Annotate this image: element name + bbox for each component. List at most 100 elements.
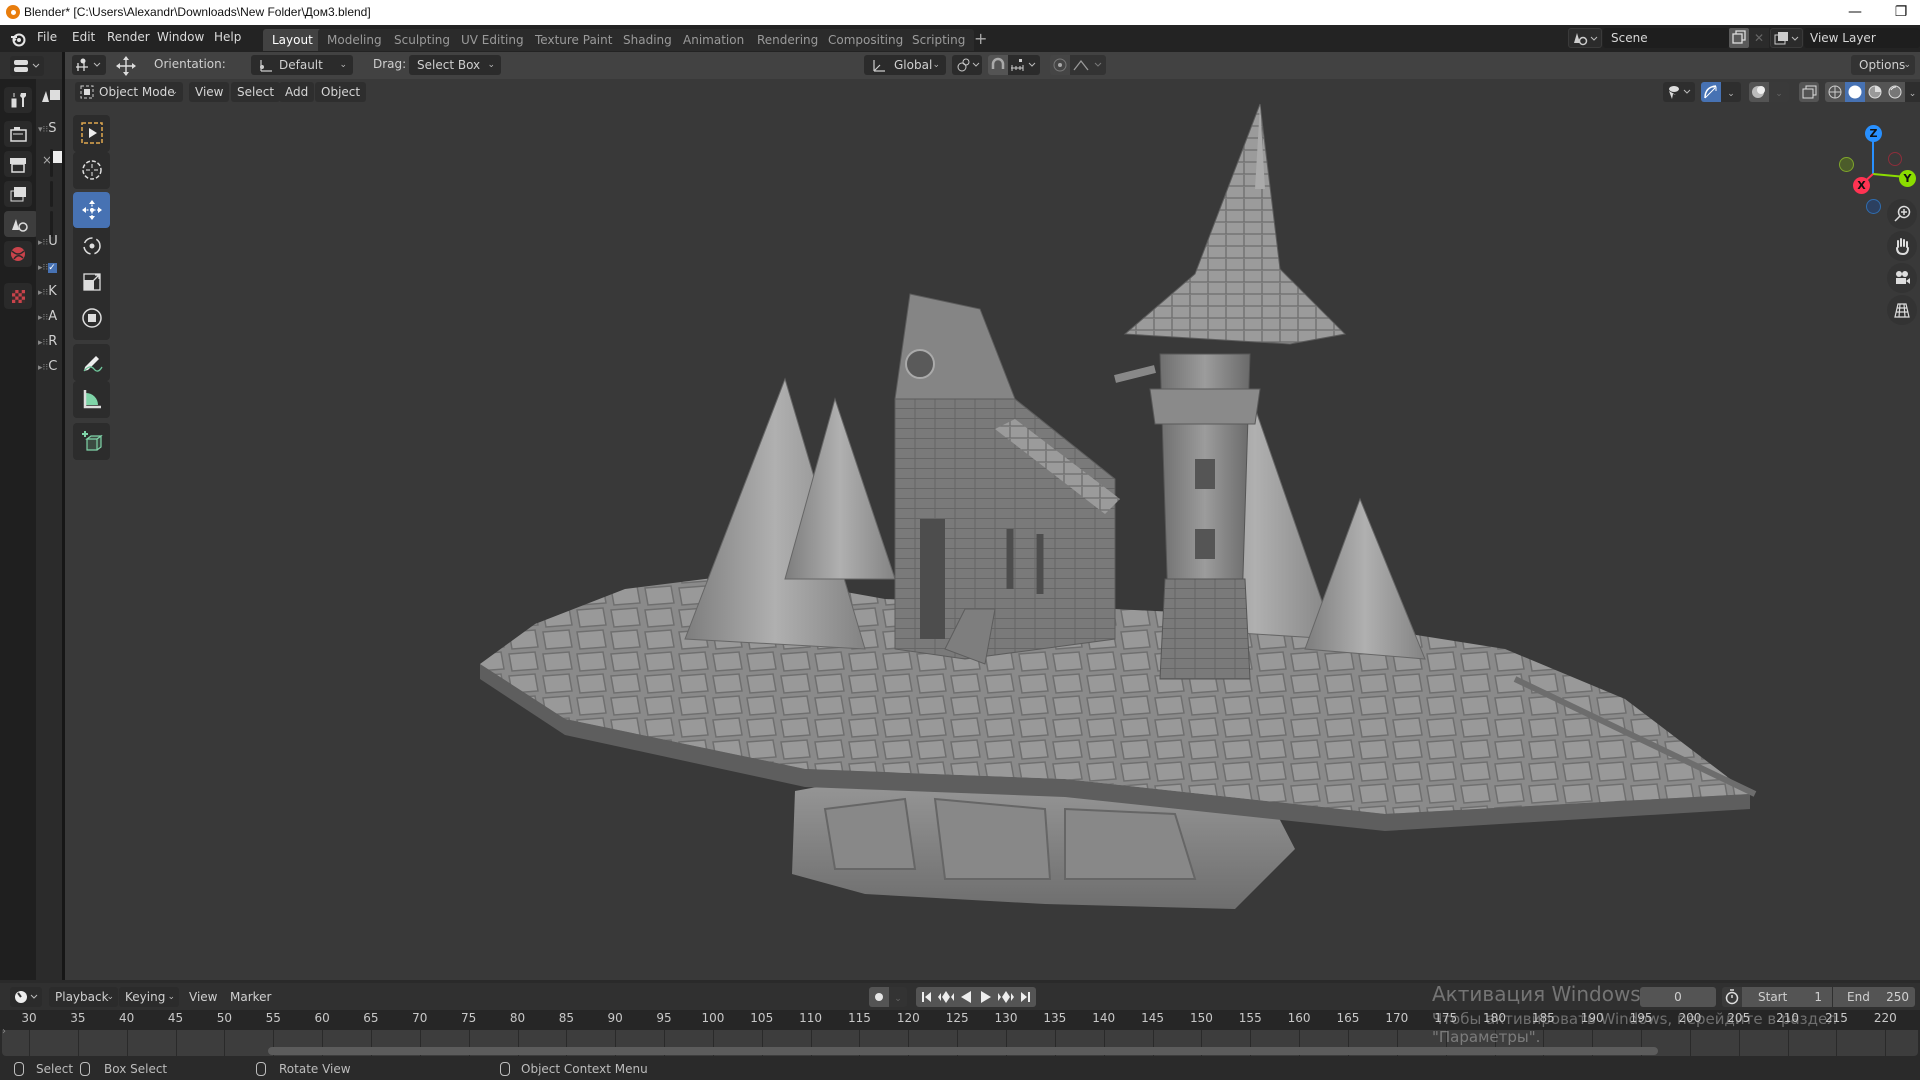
add-workspace-button[interactable]: + bbox=[974, 29, 987, 48]
tool-add-cube[interactable] bbox=[73, 423, 110, 459]
move-gizmo-icon[interactable] bbox=[114, 55, 138, 77]
proportional-edit-toggle[interactable] bbox=[1050, 55, 1070, 75]
snap-toggle[interactable] bbox=[988, 55, 1008, 75]
panel-header-gravity[interactable]: ▸⁝⁝✓ bbox=[38, 259, 58, 274]
menu-help[interactable]: Help bbox=[214, 30, 241, 44]
panel-header-units[interactable]: ▸⁝⁝U bbox=[38, 234, 58, 249]
jump-to-start-icon[interactable] bbox=[916, 987, 936, 1007]
viewport-menu-select[interactable]: Select bbox=[231, 82, 281, 102]
panel-header-audio[interactable]: ▸⁝⁝A bbox=[38, 309, 57, 324]
options-dropdown[interactable]: Options ⌄ bbox=[1851, 55, 1915, 75]
zoom-view-button[interactable] bbox=[1887, 199, 1917, 229]
shading-wireframe-button[interactable] bbox=[1825, 82, 1845, 102]
gizmo-dropdown[interactable]: ⌄ bbox=[1721, 82, 1741, 102]
next-keyframe-icon[interactable] bbox=[996, 987, 1016, 1007]
gizmo-neg-y-axis[interactable] bbox=[1839, 157, 1854, 172]
panel-header-rigid-body-world[interactable]: ▸⁝⁝R bbox=[38, 334, 57, 349]
shading-solid-button[interactable] bbox=[1845, 82, 1865, 102]
tab-rendering[interactable]: Rendering bbox=[748, 29, 828, 51]
ortho-view-button[interactable] bbox=[1887, 295, 1917, 325]
jump-to-end-icon[interactable] bbox=[1016, 987, 1036, 1007]
panel-header-keying-sets[interactable]: ▸⁝⁝K bbox=[38, 284, 57, 299]
tool-cursor[interactable] bbox=[73, 152, 110, 188]
tab-sculpting[interactable]: Sculpting bbox=[385, 29, 460, 51]
shading-rendered-button[interactable] bbox=[1885, 82, 1905, 102]
viewport-menu-add[interactable]: Add bbox=[279, 82, 315, 102]
tab-compositing[interactable]: Compositing bbox=[819, 29, 913, 51]
menu-window[interactable]: Window bbox=[157, 30, 204, 44]
gizmo-y-axis[interactable]: Y bbox=[1899, 170, 1916, 187]
tab-render-properties[interactable] bbox=[4, 121, 32, 147]
tab-scene-properties[interactable] bbox=[4, 211, 38, 237]
playback-menu[interactable]: Playback ⌄ bbox=[49, 987, 118, 1007]
end-frame-field[interactable]: End 250 bbox=[1833, 987, 1915, 1007]
tab-layout[interactable]: Layout bbox=[263, 29, 322, 51]
gizmo-neg-x-axis[interactable] bbox=[1888, 152, 1902, 166]
prev-keyframe-icon[interactable] bbox=[936, 987, 956, 1007]
auto-keying-toggle[interactable] bbox=[869, 987, 889, 1007]
play-reverse-icon[interactable] bbox=[956, 987, 976, 1007]
view-layer-browse-button[interactable] bbox=[1770, 28, 1803, 48]
editor-type-button[interactable] bbox=[10, 56, 44, 76]
proportional-falloff-dropdown[interactable] bbox=[1070, 55, 1106, 75]
tab-texture-paint[interactable]: Texture Paint bbox=[526, 29, 622, 51]
auto-keying-dropdown[interactable]: ⌄ bbox=[889, 987, 907, 1007]
restore-button[interactable]: ❐ bbox=[1878, 2, 1920, 22]
timeline-scrollbar[interactable] bbox=[268, 1047, 1658, 1055]
tool-rotate[interactable] bbox=[73, 228, 110, 264]
menu-file[interactable]: File bbox=[37, 30, 57, 44]
overlays-dropdown[interactable]: ⌄ bbox=[1769, 82, 1789, 102]
gizmo-x-axis[interactable]: X bbox=[1853, 177, 1870, 194]
pivot-point-dropdown[interactable] bbox=[952, 55, 982, 75]
tab-modeling[interactable]: Modeling bbox=[318, 29, 391, 51]
pan-view-button[interactable] bbox=[1887, 231, 1917, 261]
tab-world-properties[interactable] bbox=[4, 241, 32, 267]
viewport-menu-view[interactable]: View bbox=[189, 82, 230, 102]
tool-select-box[interactable] bbox=[73, 115, 110, 151]
delete-scene-icon[interactable]: ✕ bbox=[1749, 28, 1769, 48]
tool-annotate[interactable] bbox=[73, 344, 110, 380]
transform-orientation-dropdown[interactable]: Global ⌄ bbox=[864, 55, 946, 75]
camera-view-button[interactable] bbox=[1887, 263, 1917, 293]
timeline-editor-type-button[interactable] bbox=[10, 987, 42, 1007]
overlays-toggle[interactable] bbox=[1749, 82, 1769, 102]
3d-viewport[interactable]: Object Mode ⌄ View Select Add Object ⌄ ⌄ bbox=[65, 79, 1920, 980]
gizmo-toggle[interactable] bbox=[1701, 82, 1721, 102]
scene-browse-button[interactable] bbox=[1568, 28, 1602, 48]
tab-uv-editing[interactable]: UV Editing bbox=[452, 29, 533, 51]
view-layer-field[interactable]: View Layer bbox=[1804, 28, 1920, 48]
blender-menu-icon[interactable] bbox=[10, 31, 26, 47]
new-scene-button[interactable] bbox=[1729, 28, 1749, 48]
tab-view-layer-properties[interactable] bbox=[4, 181, 32, 207]
tab-animation[interactable]: Animation bbox=[674, 29, 754, 51]
timeline-menu-marker[interactable]: Marker bbox=[230, 990, 271, 1004]
tool-measure[interactable] bbox=[73, 381, 110, 417]
shading-material-button[interactable] bbox=[1865, 82, 1885, 102]
snap-target-dropdown[interactable] bbox=[1008, 55, 1040, 75]
tool-move[interactable] bbox=[73, 192, 110, 228]
gizmo-neg-z-axis[interactable] bbox=[1866, 199, 1881, 214]
xray-toggle[interactable] bbox=[1799, 82, 1819, 102]
play-icon[interactable] bbox=[976, 987, 996, 1007]
tab-shading[interactable]: Shading bbox=[614, 29, 681, 51]
shading-dropdown[interactable]: ⌄ bbox=[1905, 82, 1920, 102]
panel-header-scene[interactable]: ▾⁝⁝S bbox=[38, 121, 62, 136]
current-frame-field[interactable]: 0 bbox=[1640, 987, 1716, 1007]
expand-channels-icon[interactable]: › bbox=[2, 1026, 6, 1037]
minimize-button[interactable]: — bbox=[1832, 2, 1878, 22]
tool-scale[interactable] bbox=[73, 264, 110, 300]
drag-dropdown[interactable]: Select Box ⌄ bbox=[409, 55, 501, 75]
tab-texture-properties[interactable] bbox=[4, 283, 32, 309]
scene-name-field[interactable]: Scene bbox=[1603, 28, 1729, 48]
menu-render[interactable]: Render bbox=[107, 30, 150, 44]
keying-menu[interactable]: Keying ⌄ bbox=[119, 987, 179, 1007]
menu-edit[interactable]: Edit bbox=[72, 30, 95, 44]
orientation-dropdown[interactable]: Default ⌄ bbox=[251, 55, 353, 75]
viewport-menu-object[interactable]: Object bbox=[315, 82, 367, 102]
selectability-visibility-dropdown[interactable] bbox=[1663, 82, 1695, 102]
tool-transform[interactable] bbox=[73, 300, 110, 336]
tab-scripting[interactable]: Scripting bbox=[903, 29, 975, 51]
transform-pivot-dropdown[interactable] bbox=[72, 55, 106, 75]
use-preview-range-toggle[interactable] bbox=[1722, 987, 1742, 1007]
start-frame-field[interactable]: Start 1 bbox=[1742, 987, 1832, 1007]
